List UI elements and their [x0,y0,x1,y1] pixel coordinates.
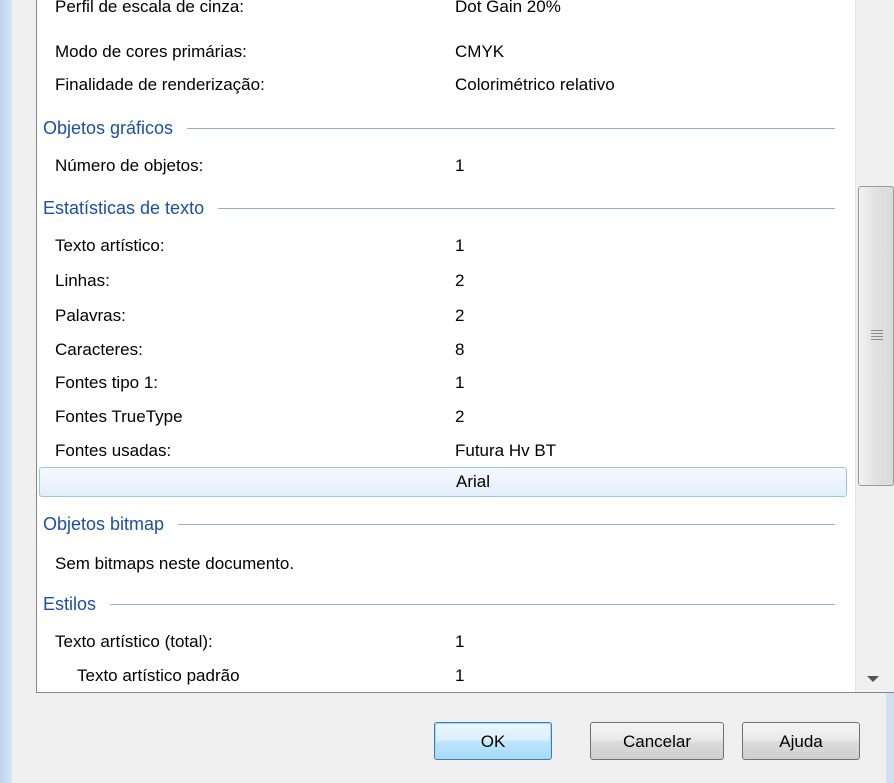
property-row-fonts-used[interactable]: Fontes usadas: Futura Hv BT [37,436,855,466]
property-row-default-artistic-text: Texto artístico padrão 1 [37,661,855,691]
property-row-characters: Caracteres: 8 [37,335,855,365]
help-button[interactable]: Ajuda [742,722,860,760]
property-value: 1 [455,236,465,255]
property-value: CMYK [455,42,505,61]
property-row-rendering-intent: Finalidade de renderização: Colorimétric… [37,70,855,100]
property-value: Colorimétrico relativo [455,75,615,94]
properties-list-panel: Perfil de escala de cinza: Dot Gain 20% … [36,0,894,693]
property-label: Texto artístico padrão [77,666,240,685]
property-label: Linhas: [55,271,110,290]
property-label: Texto artístico: [55,236,165,255]
property-row-words: Palavras: 2 [37,301,855,331]
property-label: Texto artístico (total): [55,632,213,651]
section-header-graphic-objects: Objetos gráficos [43,113,835,143]
property-value: Dot Gain 20% [455,0,561,16]
property-label: Número de objetos: [55,156,204,175]
property-row-object-count: Número de objetos: 1 [37,151,855,181]
property-label: Caracteres: [55,340,143,359]
property-row-fonts-used-arial[interactable]: Arial [39,467,847,497]
property-value: 2 [455,407,465,426]
property-row-truetype-fonts: Fontes TrueType 2 [37,402,855,432]
property-row-artistic-text-total: Texto artístico (total): 1 [37,627,855,657]
section-header-bitmap-objects: Objetos bitmap [43,509,835,539]
property-value: Futura Hv BT [455,441,557,460]
section-title: Objetos bitmap [43,514,179,534]
section-header-text-statistics: Estatísticas de texto [43,193,835,223]
section-title: Estilos [43,594,111,614]
section-title: Objetos gráficos [43,118,188,138]
section-divider [43,604,835,605]
section-header-styles: Estilos [43,589,835,619]
cancel-button[interactable]: Cancelar [590,722,724,760]
ok-button[interactable]: OK [434,722,552,760]
property-value: Arial [456,472,491,491]
vertical-scrollbar[interactable] [855,0,894,692]
properties-list: Perfil de escala de cinza: Dot Gain 20% … [37,0,855,692]
property-message: Sem bitmaps neste documento. [55,554,295,573]
property-row-lines: Linhas: 2 [37,266,855,296]
property-label: Palavras: [55,306,126,325]
property-value: 2 [455,306,465,325]
document-info-dialog: Perfil de escala de cinza: Dot Gain 20% … [12,0,894,783]
property-row-grayscale-profile: Perfil de escala de cinza: Dot Gain 20% [37,0,855,22]
property-label: Modo de cores primárias: [55,42,247,61]
property-value: 1 [455,666,465,685]
property-value: 1 [455,156,465,175]
property-value: 1 [455,373,465,392]
property-row-primary-color-mode: Modo de cores primárias: CMYK [37,37,855,67]
property-label: Perfil de escala de cinza: [55,0,244,16]
property-row-type1-fonts: Fontes tipo 1: 1 [37,368,855,398]
property-row-artistic-text: Texto artístico: 1 [37,231,855,261]
grip-icon [871,330,883,340]
property-label: Fontes usadas: [55,441,172,460]
property-value: 2 [455,271,465,290]
property-label: Fontes TrueType [55,407,183,426]
property-label: Finalidade de renderização: [55,75,265,94]
section-title: Estatísticas de texto [43,198,219,218]
scrollbar-thumb[interactable] [858,186,894,486]
property-row-no-bitmaps: Sem bitmaps neste documento. [37,549,855,579]
chevron-down-icon[interactable] [867,676,879,682]
property-value: 1 [455,632,465,651]
property-value: 8 [455,340,465,359]
property-label: Fontes tipo 1: [55,373,159,392]
